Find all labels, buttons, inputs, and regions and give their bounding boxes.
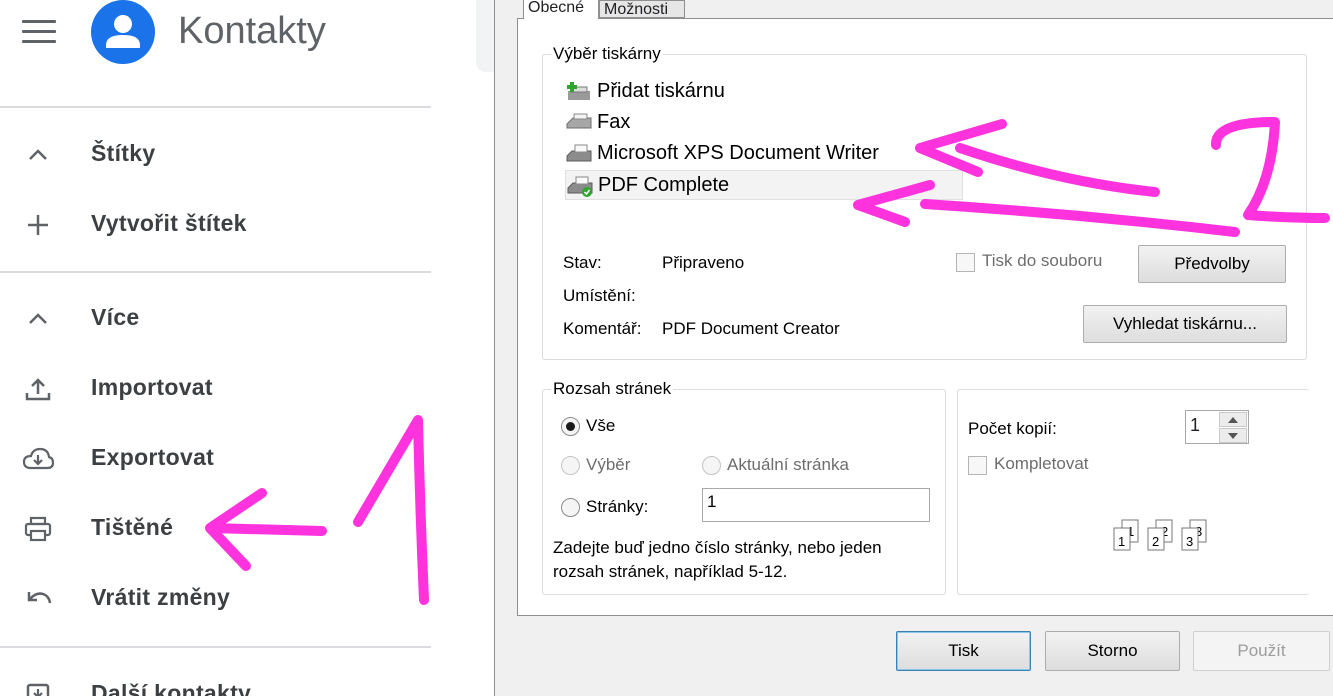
plus-icon — [28, 215, 48, 235]
radio-label: Výběr — [586, 455, 631, 474]
sidebar-item-label: Štítky — [91, 140, 156, 166]
collate-preview-icon: 1 1 2 2 3 3 — [1113, 519, 1207, 551]
contacts-logo-icon[interactable] — [91, 0, 155, 64]
apply-button[interactable]: Použít — [1193, 631, 1330, 671]
group-label: Výběr tiskárny — [551, 44, 663, 64]
cancel-button[interactable]: Storno — [1045, 631, 1180, 671]
find-printer-button[interactable]: Vyhledat tiskárnu... — [1083, 305, 1287, 343]
sidebar-item-label: Vytvořit štítek — [91, 210, 247, 236]
increment-button[interactable] — [1219, 412, 1247, 427]
arrow-up-icon — [1228, 417, 1238, 423]
collate-page-number: 3 — [1186, 534, 1193, 549]
radio-label: Stránky: — [586, 497, 649, 516]
decrement-button[interactable] — [1219, 428, 1247, 443]
chevron-up-icon — [29, 313, 47, 324]
sidebar-item-label: Importovat — [91, 374, 213, 400]
location-label: Umístění: — [563, 286, 636, 305]
sidebar-item-export[interactable]: Exportovat — [0, 428, 431, 488]
upload-icon — [25, 378, 51, 401]
collate-page-number: 2 — [1152, 534, 1159, 549]
radio-label: Vše — [586, 416, 616, 435]
fax-icon — [566, 113, 592, 129]
radio-dot[interactable] — [561, 417, 580, 436]
pages-input[interactable]: 1 — [702, 488, 930, 522]
printer-label: Fax — [597, 111, 631, 133]
general-tab-panel: Výběr tiskárny Přidat tiskárnu Fax Micro… — [517, 18, 1333, 616]
comment-label: Komentář: — [563, 319, 642, 338]
add-printer-icon — [567, 82, 590, 100]
printer-icon — [566, 144, 592, 162]
comment-value: PDF Document Creator — [662, 319, 840, 338]
checkbox-box[interactable] — [956, 253, 975, 272]
page-range-hint: Zadejte buď jedno číslo stránky, nebo je… — [553, 538, 882, 581]
preferences-button[interactable]: Předvolby — [1138, 245, 1286, 283]
search-bar-edge — [476, 0, 494, 72]
sidebar-item-undo[interactable]: Vrátit změny — [0, 568, 431, 628]
contacts-sidebar: Kontakty Štítky Vytvořit štítek Více Imp… — [0, 0, 494, 696]
sidebar-item-more[interactable]: Více — [0, 288, 431, 348]
checkbox-box[interactable] — [968, 456, 987, 475]
radio-dot[interactable] — [561, 456, 580, 475]
status-value: Připraveno — [662, 253, 745, 272]
print-button[interactable]: Tisk — [896, 631, 1031, 671]
tab-general[interactable]: Obecné — [523, 0, 599, 19]
copies-value[interactable]: 1 — [1190, 415, 1200, 436]
tab-options[interactable]: Možnosti — [599, 0, 685, 18]
app-title: Kontakty — [178, 10, 326, 52]
sidebar-item-label: Další kontakty — [91, 680, 252, 696]
chevron-up-icon — [29, 149, 47, 160]
sidebar-item-label: Tištěné — [91, 514, 174, 540]
printer-selection-group: Výběr tiskárny Přidat tiskárnu Fax Micro… — [542, 44, 1307, 360]
sidebar-item-label: Vrátit změny — [91, 584, 231, 610]
printer-item-pdf-complete[interactable]: PDF Complete — [565, 170, 963, 200]
radio-dot[interactable] — [561, 498, 580, 517]
sidebar-item-label: Exportovat — [91, 444, 215, 470]
printer-label: Microsoft XPS Document Writer — [597, 142, 879, 164]
status-label: Stav: — [563, 253, 602, 272]
copies-stepper[interactable]: 1 — [1185, 410, 1249, 444]
menu-icon[interactable] — [22, 20, 56, 44]
checkbox-label: Kompletovat — [994, 454, 1089, 473]
copies-label: Počet kopií: — [968, 419, 1057, 438]
divider — [0, 106, 431, 108]
collate-page-number: 1 — [1118, 534, 1125, 549]
arrow-down-icon — [1228, 433, 1238, 439]
cloud-download-icon — [22, 447, 54, 470]
printer-label: PDF Complete — [598, 174, 730, 196]
copies-group: Počet kopií: 1 Kompletovat 1 1 2 2 3 3 — [957, 389, 1309, 595]
sidebar-item-labels[interactable]: Štítky — [0, 124, 431, 184]
divider — [0, 646, 431, 648]
sidebar-item-print[interactable]: Tištěné — [0, 498, 431, 558]
undo-icon — [27, 592, 52, 604]
sidebar-item-import[interactable]: Importovat — [0, 358, 431, 418]
printer-icon — [24, 516, 52, 542]
checkbox-label: Tisk do souboru — [982, 251, 1103, 270]
sidebar-item-label: Více — [91, 304, 140, 330]
printer-label: Přidat tiskárnu — [597, 80, 725, 102]
divider — [0, 271, 431, 273]
default-printer-icon — [567, 176, 593, 197]
print-dialog: Obecné Možnosti Výběr tiskárny Přidat ti… — [494, 0, 1333, 696]
sidebar-item-other-contacts[interactable]: Další kontakty — [0, 664, 431, 696]
inbox-icon — [26, 683, 50, 696]
radio-dot[interactable] — [702, 456, 721, 475]
group-label: Rozsah stránek — [551, 379, 674, 399]
page-range-group: Rozsah stránek Vše Výběr Aktuální stránk… — [542, 379, 946, 595]
radio-label: Aktuální stránka — [727, 455, 849, 474]
sidebar-item-create-label[interactable]: Vytvořit štítek — [0, 194, 431, 254]
